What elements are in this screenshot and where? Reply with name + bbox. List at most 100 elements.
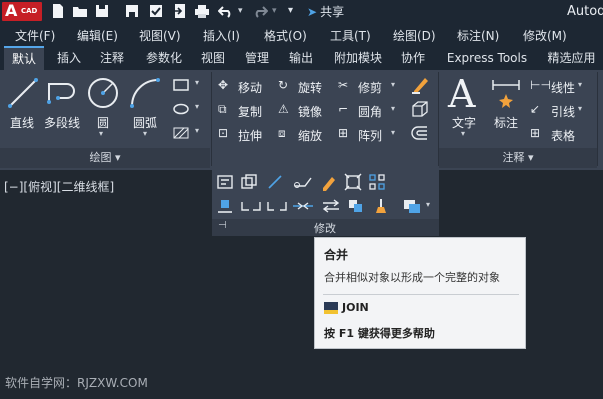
array-dropdown-icon[interactable]: ▾ [391,128,395,137]
cloud-save-icon[interactable] [148,3,164,19]
tool-leader-label[interactable]: 引线 [551,103,575,120]
polyline-icon[interactable] [46,76,80,110]
draw-panel-footer[interactable]: 绘图 ▾ [0,148,210,168]
draw-order-icon[interactable] [346,197,368,215]
tool-copy-label[interactable]: 复制 [238,103,262,120]
group-icon[interactable] [402,197,422,215]
3d-box-icon[interactable] [410,99,430,119]
hatch-dropdown-icon[interactable]: ▾ [195,126,199,135]
customize-qa-icon[interactable]: ▾ [288,5,304,21]
leader-dropdown-icon[interactable]: ▾ [578,104,582,113]
array-icon[interactable]: ⊞ [338,126,348,140]
share-button[interactable]: ➤ 共享 [307,3,344,20]
menu-dimension[interactable]: 标注(N) [457,27,499,44]
rectangle-icon[interactable] [172,78,190,92]
tab-featured-apps[interactable]: 精选应用 [540,46,603,70]
tool-dimension-label[interactable]: 标注 [494,114,518,131]
align-icon[interactable] [216,197,234,215]
redo-dropdown-icon[interactable]: ▾ [272,6,288,22]
array-edit-icon[interactable] [368,173,386,191]
redo-icon[interactable] [252,3,268,19]
tab-output[interactable]: 输出 [282,46,320,70]
tool-rotate-label[interactable]: 旋转 [298,79,322,96]
menu-file[interactable]: 文件(F) [15,27,55,44]
import-icon[interactable] [172,3,188,19]
join-icon[interactable] [292,197,314,215]
tool-scale-label[interactable]: 缩放 [298,127,322,144]
modify-panel-label[interactable]: 修改 [314,220,336,236]
tab-insert[interactable]: 插入 [50,46,88,70]
rotate-icon[interactable]: ↻ [278,78,288,92]
tab-express-tools[interactable]: Express Tools [440,46,534,70]
save-as-icon[interactable] [124,3,140,19]
circle-dropdown-icon[interactable]: ▾ [99,129,103,138]
tool-array-label[interactable]: 阵列 [358,127,382,144]
circle-icon[interactable] [86,76,120,110]
viewport-controls[interactable]: [−][俯视][二维线框] [4,178,114,195]
line-icon[interactable] [6,76,40,110]
fillet-dropdown-icon[interactable]: ▾ [391,104,395,113]
tool-trim-label[interactable]: 修剪 [358,79,382,96]
tool-table-label[interactable]: 表格 [551,127,575,144]
tool-line-label[interactable]: 直线 [10,114,34,131]
open-folder-icon[interactable] [72,3,88,19]
lengthen-icon[interactable] [266,173,284,191]
new-file-icon[interactable] [50,3,66,19]
tool-move-label[interactable]: 移动 [238,79,262,96]
break-at-point-icon[interactable] [240,197,262,215]
arc-icon[interactable] [128,76,162,110]
table-icon[interactable]: ⊞ [530,126,540,140]
dimension-icon[interactable] [490,76,522,110]
print-icon[interactable] [194,3,210,19]
tab-addins[interactable]: 附加模块 [327,46,389,70]
tool-linear-label[interactable]: 线性 [551,79,575,96]
hatch-icon[interactable] [172,126,190,140]
tab-parametric[interactable]: 参数化 [139,46,189,70]
trim-icon[interactable]: ✂ [338,78,348,92]
overkill-icon[interactable] [292,173,314,191]
rectangle-dropdown-icon[interactable]: ▾ [195,78,199,87]
menu-edit[interactable]: 编辑(E) [77,27,118,44]
text-dropdown-icon[interactable]: ▾ [461,129,465,138]
menu-format[interactable]: 格式(O) [264,27,307,44]
scale-icon[interactable]: ⧈ [278,126,286,141]
menu-insert[interactable]: 插入(I) [203,27,240,44]
tab-manage[interactable]: 管理 [238,46,276,70]
break-icon[interactable] [266,197,288,215]
leader-icon[interactable]: ↙ [530,102,540,116]
mirror-icon[interactable]: ⚠ [278,102,289,116]
linear-dropdown-icon[interactable]: ▾ [578,80,582,89]
tab-collaborate[interactable]: 协作 [394,46,432,70]
pin-icon[interactable]: ⊣ [218,220,227,231]
fillet-icon[interactable]: ⌐ [338,102,348,116]
trim-dropdown-icon[interactable]: ▾ [391,80,395,89]
tool-polyline-label[interactable]: 多段线 [44,114,80,131]
menu-view[interactable]: 视图(V) [139,27,181,44]
stretch-icon[interactable]: ⊡ [218,126,228,140]
paintbrush-icon[interactable] [372,197,390,215]
tool-fillet-label[interactable]: 圆角 [358,103,382,120]
reverse-icon[interactable] [320,197,342,215]
ellipse-dropdown-icon[interactable]: ▾ [195,102,199,111]
erase-icon[interactable] [410,75,430,95]
offset-icon[interactable] [410,123,430,143]
edit-pline-icon[interactable] [320,173,338,191]
arc-dropdown-icon[interactable]: ▾ [143,129,147,138]
menu-draw[interactable]: 绘图(D) [393,27,436,44]
linear-dim-icon[interactable]: ⊢⊣ [530,78,551,92]
text-icon[interactable]: A [448,72,475,116]
move-icon[interactable]: ✥ [218,78,228,92]
ellipse-icon[interactable] [172,102,190,116]
app-logo[interactable]: A CAD [2,1,42,21]
annotation-panel-footer[interactable]: 注释 ▾ [439,148,597,168]
undo-icon[interactable] [218,3,234,19]
copy-properties-icon[interactable] [240,173,258,191]
tool-mirror-label[interactable]: 镜像 [298,103,322,120]
save-icon[interactable] [94,3,110,19]
tab-annotate[interactable]: 注释 [93,46,131,70]
tab-default[interactable]: 默认 [4,46,44,70]
match-properties-icon[interactable] [216,173,234,191]
copy-icon[interactable]: ⧉ [218,102,227,117]
menu-modify[interactable]: 修改(M) [523,27,567,44]
draw-order-dropdown-icon[interactable]: ▾ [426,200,430,209]
